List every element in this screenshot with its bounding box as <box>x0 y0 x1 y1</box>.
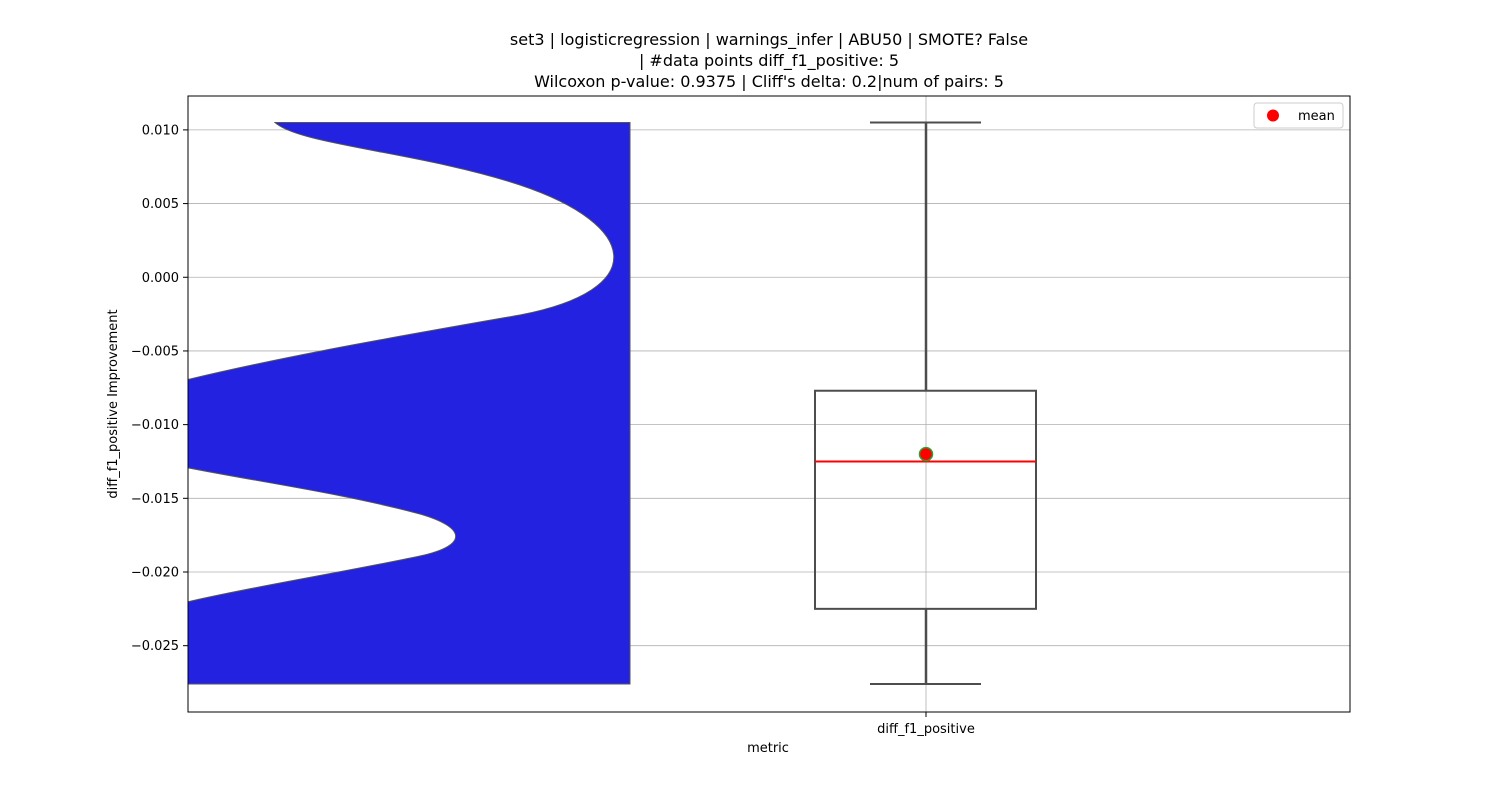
y-tick-label: −0.020 <box>131 566 179 581</box>
y-axis-label: diff_f1_positive Improvement <box>106 309 121 498</box>
chart-canvas: −0.025 −0.020 −0.015 −0.010 −0.005 0.000 0.005… <box>106 95 1351 756</box>
x-tick-label: diff_f1_positive <box>877 722 975 737</box>
y-tick-label: −0.005 <box>131 344 179 359</box>
legend: mean <box>1253 102 1344 129</box>
box-plot <box>814 121 1037 685</box>
mean-marker <box>918 446 934 462</box>
legend-mean-label: mean <box>1298 109 1335 124</box>
y-tick-label: −0.010 <box>131 418 179 433</box>
legend-mean-marker <box>1267 109 1279 122</box>
y-tick-label: 0.000 <box>142 271 179 286</box>
x-axis-label: metric <box>747 741 789 756</box>
box-iqr <box>814 389 1037 610</box>
y-tick-label: 0.005 <box>142 197 179 212</box>
y-tick-label: −0.015 <box>131 492 179 507</box>
x-axis: diff_f1_positive <box>877 712 975 737</box>
violin-shape <box>188 122 631 685</box>
y-tick-label: −0.025 <box>131 639 179 654</box>
y-tick-label: 0.010 <box>142 123 179 138</box>
y-axis: −0.025 −0.020 −0.015 −0.010 −0.005 0.000 0.005… <box>131 123 188 654</box>
